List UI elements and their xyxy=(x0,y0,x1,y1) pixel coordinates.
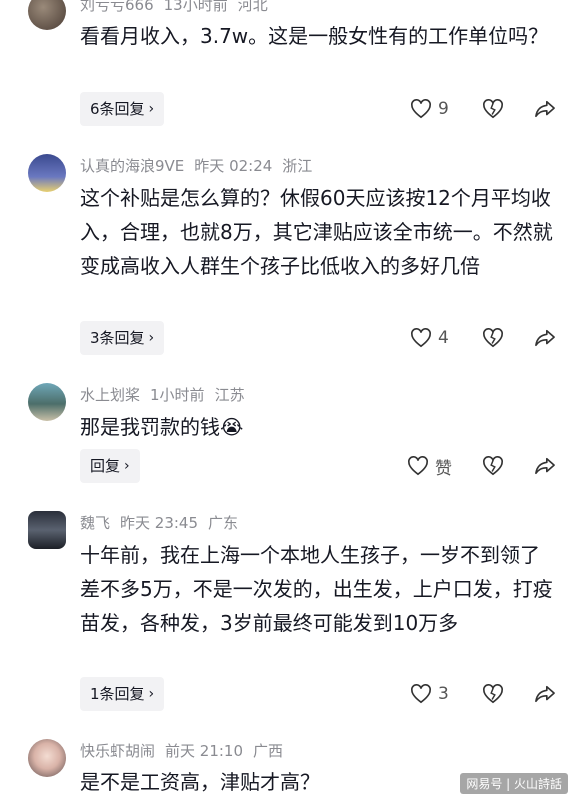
comment-text: 那是我罚款的钱😭 xyxy=(80,415,244,439)
like-count: 3 xyxy=(438,684,449,704)
broken-heart-icon xyxy=(483,328,503,348)
comment-text: 这个补贴是怎么算的？休假60天应该按12个月平均收入，合理，也就8万，其它津贴应… xyxy=(80,186,553,278)
reply-label: 回复 xyxy=(90,457,121,475)
dislike-button[interactable] xyxy=(482,684,504,704)
reply-button[interactable]: 回复 › xyxy=(80,449,140,483)
chevron-right-icon: › xyxy=(148,101,155,117)
timestamp: 13小时前 xyxy=(163,0,228,14)
share-button[interactable] xyxy=(534,456,556,476)
comment-meta: 刘亏亏666 13小时前 河北 xyxy=(80,0,278,15)
heart-outline-icon xyxy=(408,456,428,476)
location: 广东 xyxy=(208,514,239,532)
comment-meta: 水上划桨 1小时前 江苏 xyxy=(80,384,255,405)
share-arrow-icon xyxy=(535,100,555,118)
avatar[interactable] xyxy=(28,0,66,30)
heart-outline-icon xyxy=(411,684,431,704)
comment-text: 看看月收入，3.7w。这是一般女性有的工作单位吗？ xyxy=(80,24,549,48)
username[interactable]: 水上划桨 xyxy=(80,386,140,404)
share-button[interactable] xyxy=(534,328,556,348)
comment-actions: 4 xyxy=(380,321,556,355)
username[interactable]: 认真的海浪9VE xyxy=(80,157,184,175)
dislike-button[interactable] xyxy=(482,328,504,348)
share-button[interactable] xyxy=(534,684,556,704)
heart-outline-icon xyxy=(411,99,431,119)
like-button[interactable]: 4 xyxy=(410,328,452,348)
comment-actions: 9 xyxy=(380,92,556,126)
comment-actions: 赞 xyxy=(377,449,556,483)
chevron-right-icon: › xyxy=(148,686,155,702)
username[interactable]: 刘亏亏666 xyxy=(80,0,154,14)
chevron-right-icon: › xyxy=(124,458,130,474)
share-button[interactable] xyxy=(534,99,556,119)
username[interactable]: 魏飞 xyxy=(80,514,110,532)
chevron-right-icon: › xyxy=(148,330,155,346)
like-button[interactable]: 3 xyxy=(410,684,452,704)
timestamp: 1小时前 xyxy=(150,386,205,404)
heart-outline-icon xyxy=(411,328,431,348)
location: 广西 xyxy=(253,742,284,760)
watermark: 网易号 | 火山詩話 xyxy=(460,773,568,794)
share-arrow-icon xyxy=(535,685,555,703)
reply-count-label: 3条回复 xyxy=(90,329,145,347)
avatar[interactable] xyxy=(28,383,66,421)
comment-text: 十年前，我在上海一个本地人生孩子，一岁不到领了差不多5万，不是一次发的，出生发，… xyxy=(80,543,553,635)
location: 江苏 xyxy=(214,386,245,404)
location: 河北 xyxy=(237,0,268,14)
view-replies-button[interactable]: 3条回复 › xyxy=(80,321,165,355)
like-label: 赞 xyxy=(435,458,452,479)
avatar[interactable] xyxy=(28,511,66,549)
comment-actions: 3 xyxy=(380,677,556,711)
reply-count-label: 1条回复 xyxy=(90,685,145,703)
location: 浙江 xyxy=(282,157,313,175)
dislike-button[interactable] xyxy=(482,99,504,119)
share-arrow-icon xyxy=(535,329,555,347)
avatar[interactable] xyxy=(28,154,66,192)
like-count: 4 xyxy=(438,328,449,348)
dislike-button[interactable] xyxy=(482,456,504,476)
like-button[interactable]: 赞 xyxy=(407,454,452,479)
avatar[interactable] xyxy=(28,739,66,777)
like-count: 9 xyxy=(438,99,449,119)
broken-heart-icon xyxy=(483,99,503,119)
timestamp: 昨天 23:45 xyxy=(120,514,199,532)
timestamp: 昨天 02:24 xyxy=(194,157,273,175)
timestamp: 前天 21:10 xyxy=(165,742,244,760)
comment-meta: 认真的海浪9VE 昨天 02:24 浙江 xyxy=(80,155,322,176)
broken-heart-icon xyxy=(483,684,503,704)
share-arrow-icon xyxy=(535,457,555,475)
like-button[interactable]: 9 xyxy=(410,99,452,119)
reply-count-label: 6条回复 xyxy=(90,100,145,118)
broken-heart-icon xyxy=(483,456,503,476)
comment-meta: 魏飞 昨天 23:45 广东 xyxy=(80,512,248,533)
comment-meta: 快乐虾胡闹 前天 21:10 广西 xyxy=(80,740,293,761)
username[interactable]: 快乐虾胡闹 xyxy=(80,742,155,760)
view-replies-button[interactable]: 1条回复 › xyxy=(80,677,165,711)
view-replies-button[interactable]: 6条回复 › xyxy=(80,92,165,126)
